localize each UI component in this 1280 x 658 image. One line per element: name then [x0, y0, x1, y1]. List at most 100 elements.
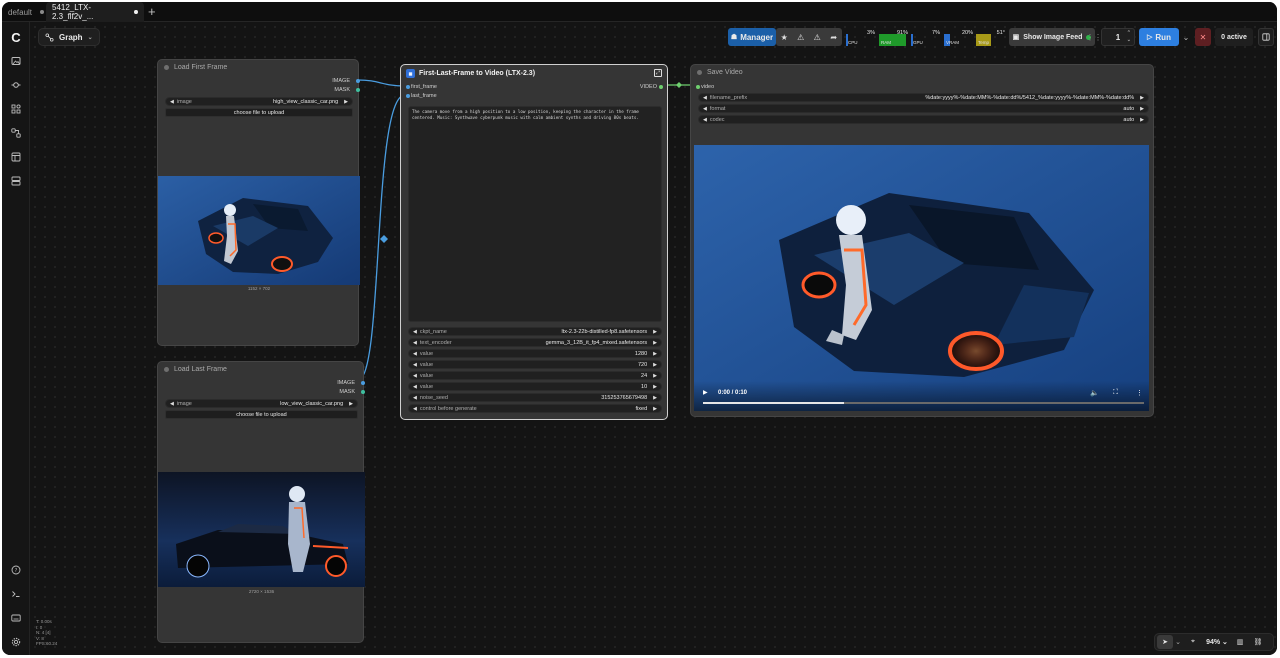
first-last-frame-to-video-node[interactable]: ▦ First-Last-Frame to Video (LTX-2.3) ⤢ …: [400, 64, 668, 420]
alert-icon[interactable]: ⚠: [809, 33, 826, 42]
arrow-left-icon[interactable]: ◀: [413, 406, 417, 412]
keyboard-icon[interactable]: [8, 610, 24, 626]
fit-view-icon[interactable]: ⌖: [1183, 638, 1203, 646]
node-title[interactable]: Save Video: [691, 65, 1153, 79]
arrow-right-icon[interactable]: ▶: [349, 401, 353, 407]
widget-text_encoder[interactable]: ◀ text_encoder gemma_3_12B_it_fp4_mixed.sa…: [408, 338, 662, 347]
widget-value[interactable]: ◀ value 24 ▶: [408, 371, 662, 380]
more-options-icon[interactable]: ⋮: [1136, 389, 1143, 397]
arrow-right-icon[interactable]: ▶: [1140, 106, 1144, 112]
star-icon[interactable]: ★: [776, 33, 793, 42]
batch-count-stepper[interactable]: 1 ⌃ ⌄: [1101, 28, 1135, 46]
widget-value[interactable]: ◀ value 10 ▶: [408, 382, 662, 391]
fullscreen-icon[interactable]: ⛶: [1113, 389, 1118, 397]
node-title[interactable]: ▦ First-Last-Frame to Video (LTX-2.3): [406, 69, 535, 78]
arrow-right-icon[interactable]: ▶: [653, 406, 657, 412]
model-library-icon[interactable]: [8, 101, 24, 117]
arrow-right-icon[interactable]: ▶: [653, 351, 657, 357]
arrow-right-icon[interactable]: ▶: [653, 362, 657, 368]
arrow-right-icon[interactable]: ▶: [653, 384, 657, 390]
arrow-left-icon[interactable]: ◀: [413, 395, 417, 401]
graph-mode-button[interactable]: Graph ⌄: [38, 28, 100, 46]
active-queue-button[interactable]: 0 active: [1215, 28, 1253, 46]
zoom-level[interactable]: 94% ⌄: [1203, 638, 1231, 647]
settings-gear-icon[interactable]: [8, 634, 24, 650]
widget-filename_prefix[interactable]: ◀ filename_prefix %date:yyyy%-%date:MM%-%d…: [698, 93, 1149, 102]
show-image-feed-button[interactable]: ▣ Show Image Feed: [1009, 28, 1095, 46]
arrow-left-icon[interactable]: ◀: [413, 351, 417, 357]
widget-value[interactable]: ◀ value 1280 ▶: [408, 349, 662, 358]
run-button[interactable]: ▷ Run: [1139, 28, 1179, 46]
enter-subgraph-icon[interactable]: ⤢: [654, 69, 662, 77]
widget-value[interactable]: ◀ value 720 ▶: [408, 360, 662, 369]
volume-icon[interactable]: 🔈: [1090, 389, 1099, 397]
run-options-chevron-icon[interactable]: ⌄: [1181, 28, 1191, 46]
node-title[interactable]: Load First Frame: [158, 60, 358, 74]
chevron-down-icon[interactable]: ⌄: [1173, 638, 1183, 646]
toggle-panel-icon[interactable]: [1258, 28, 1274, 46]
arrow-left-icon[interactable]: ◀: [703, 95, 707, 101]
upload-button[interactable]: choose file to upload: [165, 108, 353, 117]
stepper-arrows-icon[interactable]: ⌃ ⌄: [1127, 30, 1131, 44]
video-player[interactable]: ▶ 0:00 / 0:10 🔈 ⛶ ⋮: [694, 145, 1149, 411]
collapse-dot-icon[interactable]: [697, 69, 702, 75]
arrow-left-icon[interactable]: ◀: [413, 384, 417, 390]
arrow-left-icon[interactable]: ◀: [413, 362, 417, 368]
output-socket-image[interactable]: [356, 79, 360, 83]
collapse-dot-icon[interactable]: [164, 366, 169, 372]
input-socket-last-frame[interactable]: [406, 94, 410, 98]
image-select-widget[interactable]: ◀ image low_view_classic_car.png ▶: [165, 399, 358, 408]
nodes-library-icon[interactable]: [8, 77, 24, 93]
help-icon[interactable]: ?: [8, 562, 24, 578]
arrow-right-icon[interactable]: ▶: [653, 329, 657, 335]
output-socket-video[interactable]: [659, 85, 663, 89]
widget-format[interactable]: ◀ format auto ▶: [698, 104, 1149, 113]
input-socket-video[interactable]: [696, 85, 700, 89]
output-socket-mask[interactable]: [356, 88, 360, 92]
arrow-left-icon[interactable]: ◀: [413, 340, 417, 346]
arrow-right-icon[interactable]: ▶: [1140, 95, 1144, 101]
load-last-frame-node[interactable]: Load Last Frame IMAGE MASK ◀ image low_v…: [157, 361, 365, 643]
image-select-widget[interactable]: ◀ image high_view_classic_car.png ▶: [165, 97, 353, 106]
image-icon[interactable]: [8, 53, 24, 69]
arrow-right-icon[interactable]: ▶: [1140, 117, 1144, 123]
output-socket-image[interactable]: [361, 381, 365, 385]
output-socket-mask[interactable]: [361, 390, 365, 394]
minimap-icon[interactable]: ▥: [1231, 638, 1249, 646]
drag-handle-icon[interactable]: ⋮⋮: [1086, 28, 1102, 46]
arrow-left-icon[interactable]: ◀: [703, 106, 707, 112]
load-first-frame-node[interactable]: Load First Frame IMAGE MASK ◀ image high…: [157, 59, 360, 346]
arrow-left-icon[interactable]: ◀: [413, 373, 417, 379]
select-cursor-icon[interactable]: ➤: [1157, 635, 1173, 649]
terminal-icon[interactable]: [8, 586, 24, 602]
arrow-left-icon[interactable]: ◀: [413, 329, 417, 335]
widget-noise_seed[interactable]: ◀ noise_seed 315253765679498 ▶: [408, 393, 662, 402]
node-title[interactable]: Load Last Frame: [158, 362, 363, 376]
arrow-left-icon[interactable]: ◀: [170, 99, 174, 105]
collapse-dot-icon[interactable]: [164, 64, 169, 70]
comfy-logo-icon[interactable]: C: [8, 29, 24, 45]
tab-default[interactable]: default: [2, 2, 50, 22]
link-visibility-icon[interactable]: ⛓: [1249, 638, 1267, 646]
widget-codec[interactable]: ◀ codec auto ▶: [698, 115, 1149, 124]
upload-button[interactable]: choose file to upload: [165, 410, 358, 419]
share-icon[interactable]: ➦: [826, 33, 843, 42]
widget-ckpt_name[interactable]: ◀ ckpt_name ltx-2.3-22b-distilled-fp8.safe…: [408, 327, 662, 336]
arrow-right-icon[interactable]: ▶: [653, 340, 657, 346]
arrow-left-icon[interactable]: ◀: [703, 117, 707, 123]
play-icon[interactable]: ▶: [703, 389, 708, 396]
arrow-right-icon[interactable]: ▶: [653, 373, 657, 379]
manager-button[interactable]: ☗ Manager: [728, 28, 776, 46]
video-progress-bar[interactable]: [703, 402, 1144, 404]
save-video-node[interactable]: Save Video video ◀ filename_prefix %date:y…: [690, 64, 1154, 417]
workflows-icon[interactable]: [8, 125, 24, 141]
tab-workflow[interactable]: 5412_LTX-2.3_flf2v_...: [46, 2, 144, 22]
alert-icon[interactable]: ⚠: [793, 33, 810, 42]
cancel-run-button[interactable]: ✕: [1195, 28, 1211, 46]
arrow-left-icon[interactable]: ◀: [170, 401, 174, 407]
queue-icon[interactable]: [8, 173, 24, 189]
prompt-textarea[interactable]: The camera move from a high position to …: [408, 106, 662, 322]
arrow-right-icon[interactable]: ▶: [344, 99, 348, 105]
arrow-right-icon[interactable]: ▶: [653, 395, 657, 401]
templates-icon[interactable]: [8, 149, 24, 165]
